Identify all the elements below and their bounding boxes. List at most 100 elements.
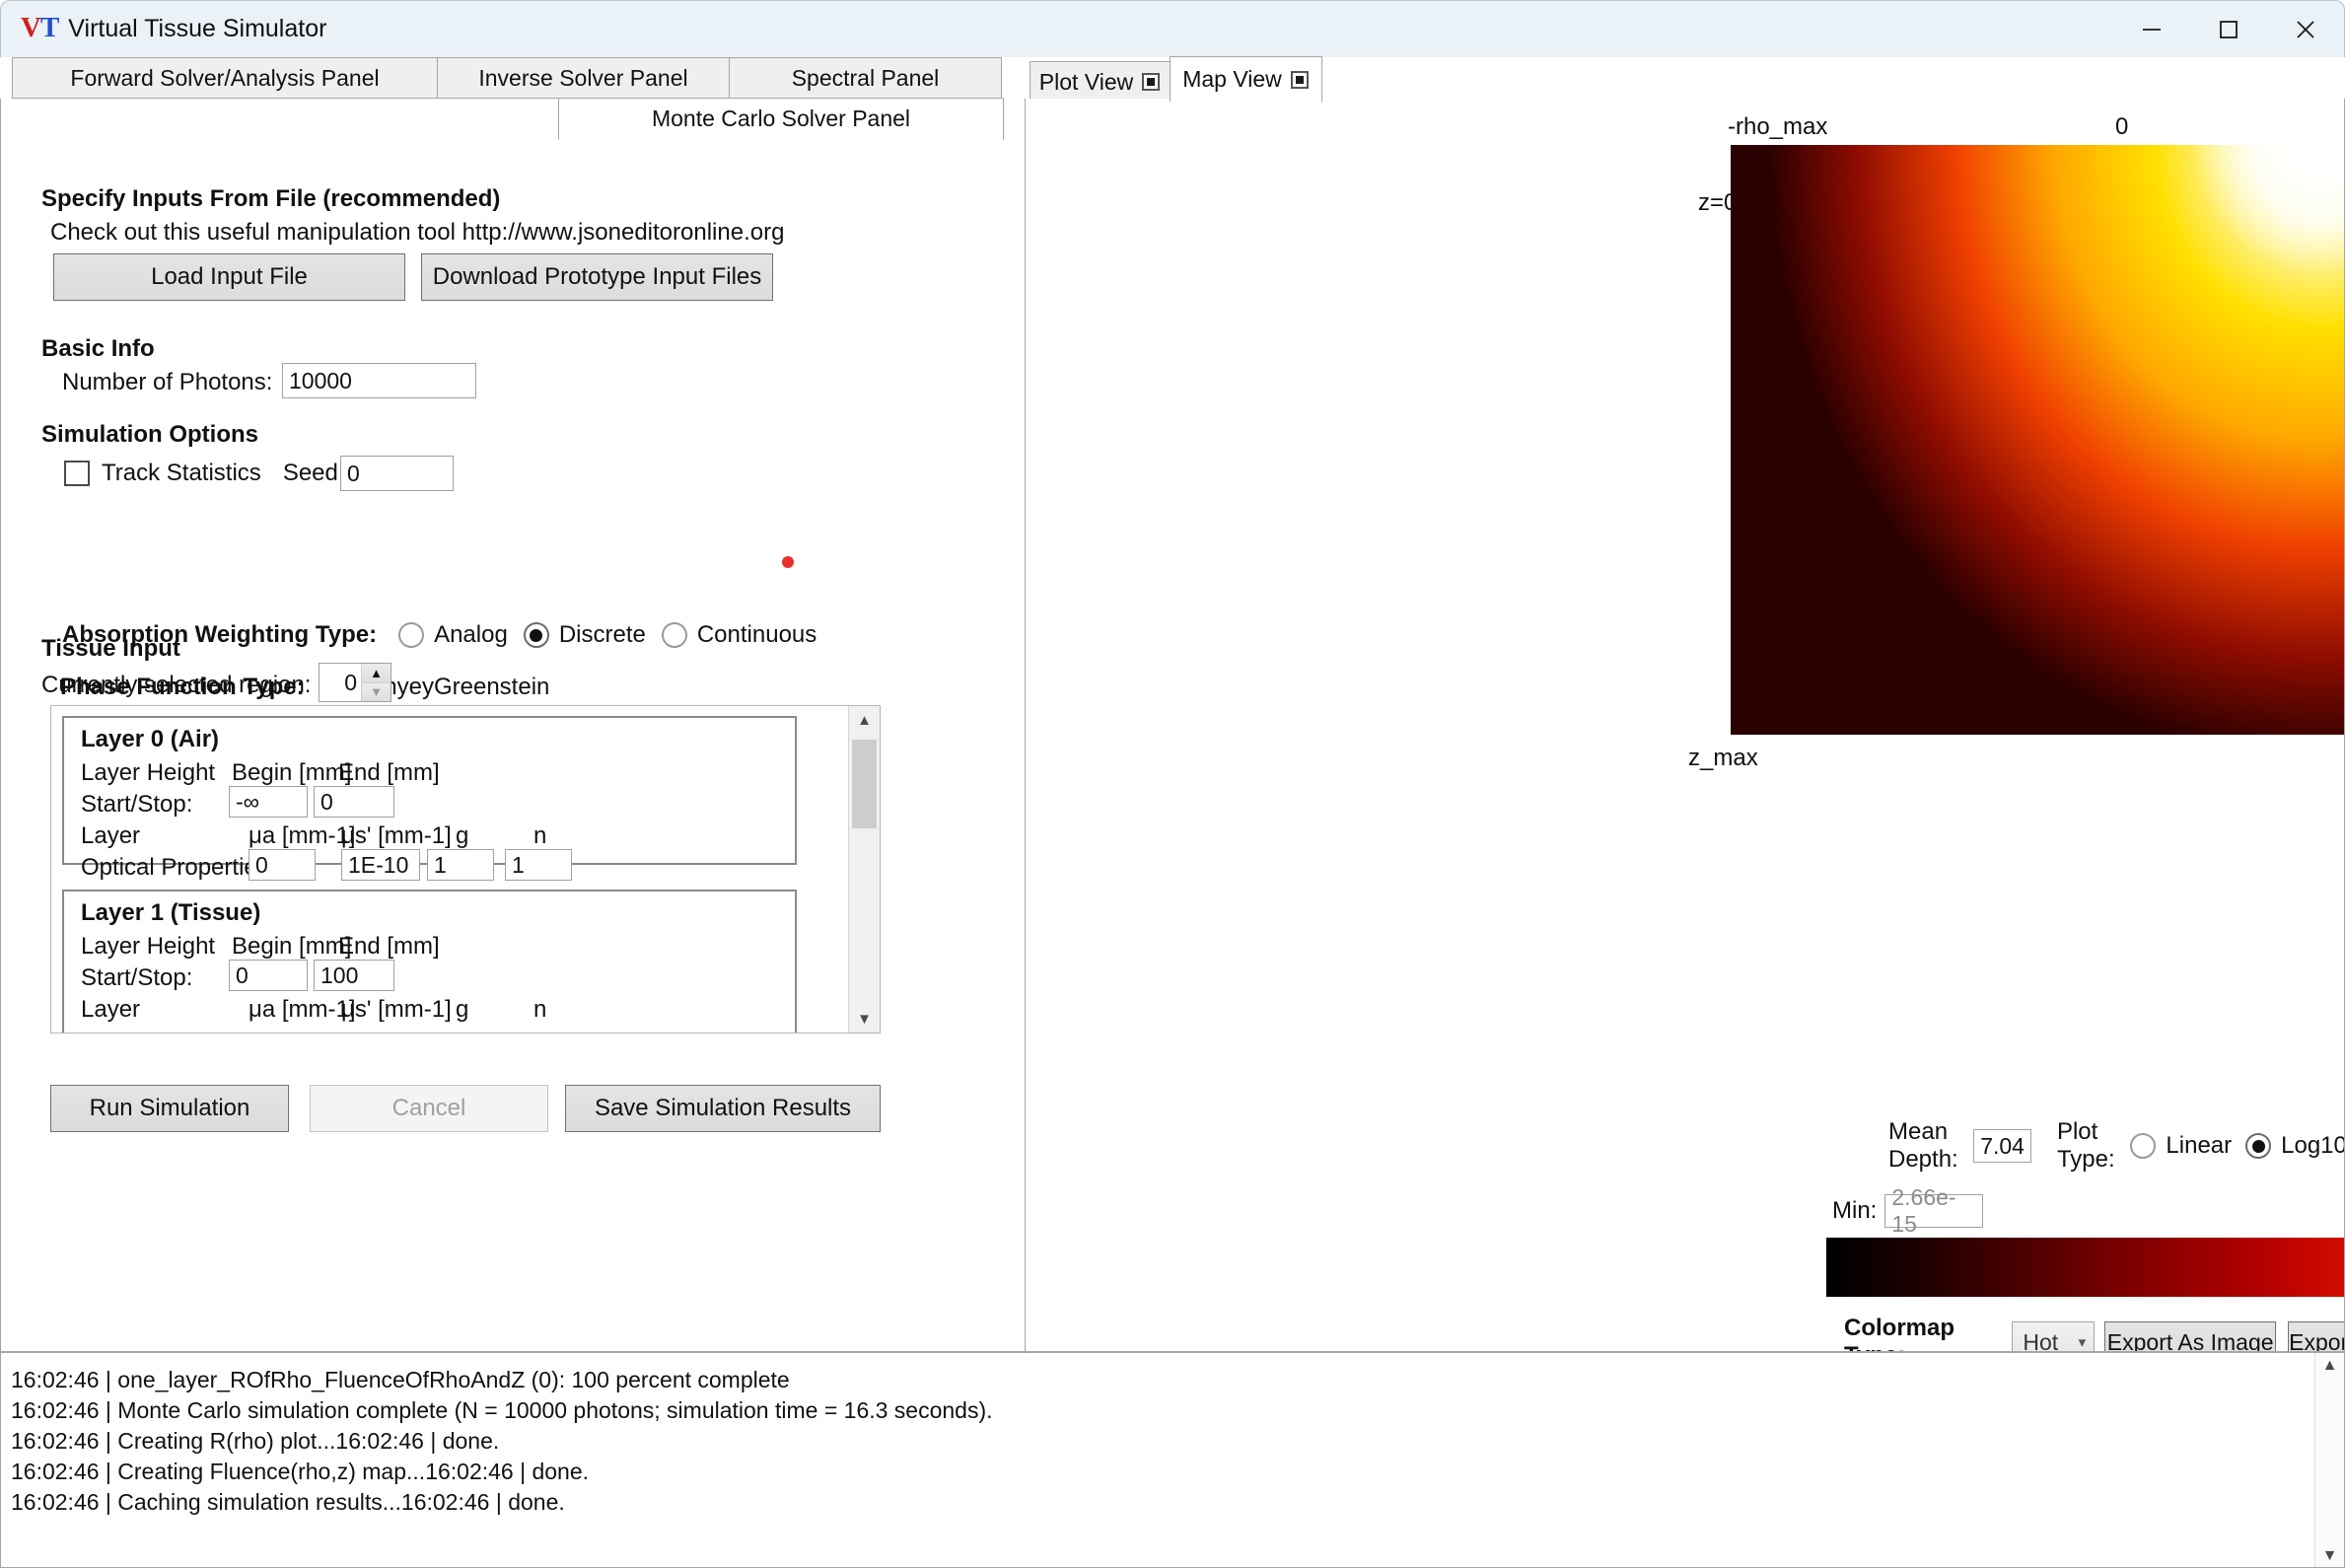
layer-1-box: Layer 1 (Tissue) Layer Height Start/Stop… <box>62 890 797 1033</box>
layer-0-end-input[interactable]: 0 <box>314 786 394 818</box>
button-label: Load Input File <box>151 263 308 290</box>
tab-forward-solver-analysis-panel[interactable]: Forward Solver/Analysis Panel <box>12 57 438 99</box>
specify-inputs-heading: Specify Inputs From File (recommended) <box>41 185 501 212</box>
tab-label: Plot View <box>1038 68 1134 95</box>
start-stop-label: Start/Stop: <box>81 791 193 818</box>
minimize-icon[interactable] <box>2113 1 2190 58</box>
cancel-button[interactable]: Cancel <box>310 1085 548 1132</box>
radio-absorption-continuous[interactable] <box>661 622 687 648</box>
radio-plot-type-linear[interactable] <box>2130 1133 2157 1159</box>
button-label: Download Prototype Input Files <box>432 263 762 290</box>
tissue-input-heading: Tissue Input <box>41 635 180 662</box>
log-output-panel[interactable]: 16:02:46 | one_layer_ROfRho_FluenceOfRho… <box>0 1352 2345 1568</box>
download-prototype-input-files-button[interactable]: Download Prototype Input Files <box>421 253 773 301</box>
seed-input[interactable]: 0 <box>340 456 454 491</box>
load-input-file-button[interactable]: Load Input File <box>53 253 405 301</box>
tab-plot-view[interactable]: Plot View <box>1030 61 1171 103</box>
spinner-up-icon[interactable]: ▲ <box>362 664 391 683</box>
tab-inverse-solver-panel[interactable]: Inverse Solver Panel <box>437 57 730 99</box>
layer-0-mua-input[interactable]: 0 <box>249 849 316 881</box>
monte-carlo-solver-panel: Specify Inputs From File (recommended) C… <box>0 99 1026 1352</box>
radio-label-continuous: Continuous <box>696 621 817 648</box>
button-label: Export As Image <box>2106 1328 2274 1352</box>
specify-inputs-subtext: Check out this useful manipulation tool … <box>50 219 785 246</box>
tab-spectral-panel[interactable]: Spectral Panel <box>729 57 1002 99</box>
basic-info-heading: Basic Info <box>41 335 155 362</box>
radio-plot-type-log10[interactable] <box>2245 1133 2272 1159</box>
region-spinner-arrows[interactable]: ▲ ▼ <box>361 664 391 701</box>
number-of-photons-input[interactable]: 10000 <box>282 363 476 398</box>
run-simulation-button[interactable]: Run Simulation <box>50 1085 289 1132</box>
scroll-up-icon[interactable]: ▲ <box>849 706 880 734</box>
layer-label: Layer <box>81 822 141 849</box>
tab-label: Inverse Solver Panel <box>478 64 688 91</box>
layer-1-title: Layer 1 (Tissue) <box>81 899 261 926</box>
export-as-image-button[interactable]: Export As Image <box>2104 1321 2277 1352</box>
layer-0-musp-input[interactable]: 1E-10 <box>341 849 420 881</box>
window-title: Virtual Tissue Simulator <box>68 15 327 42</box>
n-header: n <box>533 822 547 849</box>
title-bar: VT Virtual Tissue Simulator <box>0 0 2345 57</box>
main-tabs-row-1: Forward Solver/Analysis Panel Inverse So… <box>12 57 1002 99</box>
cursor-dot <box>782 556 794 568</box>
scroll-down-icon[interactable]: ▼ <box>849 1005 880 1033</box>
layer-1-begin-input[interactable]: 0 <box>229 960 308 991</box>
layers-vertical-scrollbar[interactable]: ▲ ▼ <box>848 706 880 1033</box>
layer-height-label: Layer Height <box>81 759 216 786</box>
layer-0-g-input[interactable]: 1 <box>427 849 494 881</box>
track-statistics-checkbox[interactable] <box>64 461 90 486</box>
log-vertical-scrollbar[interactable]: ▲ ▼ <box>2314 1353 2344 1567</box>
simulation-options-heading: Simulation Options <box>41 421 258 448</box>
spinner-down-icon[interactable]: ▼ <box>362 682 391 701</box>
plot-type-label: Plot Type: <box>2056 1118 2115 1173</box>
layer-0-n-input[interactable]: 1 <box>505 849 572 881</box>
layer-0-begin-input[interactable]: -∞ <box>229 786 308 818</box>
mean-depth-label: Mean Depth: <box>1888 1118 1958 1173</box>
radio-label-linear: Linear <box>2166 1132 2233 1159</box>
scrollbar-thumb[interactable] <box>852 740 877 828</box>
scroll-down-icon[interactable]: ▼ <box>2322 1543 2338 1567</box>
radio-absorption-analog[interactable] <box>398 622 425 648</box>
tab-monte-carlo-solver-panel[interactable]: Monte Carlo Solver Panel <box>558 98 1004 140</box>
axis-label-z-max: z_max <box>1688 745 1758 771</box>
track-statistics-label: Track Statistics <box>102 460 261 486</box>
app-logo-icon: VT <box>21 12 59 43</box>
axis-label-rho-max-negative: -rho_max <box>1728 113 1828 140</box>
region-spinner[interactable]: 0 ▲ ▼ <box>319 663 391 702</box>
end-mm-header: End [mm] <box>338 759 440 786</box>
g-header: g <box>456 996 469 1023</box>
log-line: 16:02:46 | one_layer_ROfRho_FluenceOfRho… <box>11 1367 790 1392</box>
begin-mm-header: Begin [mm] <box>232 933 352 960</box>
view-tabs-row: Plot View Map View <box>1030 56 1322 103</box>
mua-header: μa [mm-1] <box>249 996 356 1023</box>
currently-selected-region-label: Currently selected region: <box>41 672 312 698</box>
begin-mm-header: Begin [mm] <box>232 759 352 786</box>
save-simulation-results-button[interactable]: Save Simulation Results <box>565 1085 881 1132</box>
end-mm-header: End [mm] <box>338 933 440 960</box>
fluence-map-image[interactable] <box>1731 145 2344 735</box>
radio-absorption-discrete[interactable] <box>523 622 549 648</box>
scroll-up-icon[interactable]: ▲ <box>2322 1353 2338 1379</box>
export-raw-data-button[interactable]: Export Raw Data <box>2288 1321 2344 1352</box>
log-line: 16:02:46 | Creating R(rho) plot...16:02:… <box>11 1428 500 1454</box>
layer-1-end-input[interactable]: 100 <box>314 960 394 991</box>
tab-label: Monte Carlo Solver Panel <box>651 106 911 131</box>
radio-label-log10: Log10 <box>2281 1132 2345 1159</box>
chevron-down-icon: ▾ <box>2078 1334 2087 1351</box>
g-header: g <box>456 822 469 849</box>
tab-map-view[interactable]: Map View <box>1170 56 1322 103</box>
map-view-panel: -rho_max 0 +rho_max z=0 z_max Mean Depth… <box>1026 99 2345 1352</box>
mean-depth-input[interactable]: 7.04 <box>1973 1129 2031 1163</box>
button-label: Cancel <box>391 1095 466 1121</box>
mua-header: μa [mm-1] <box>249 822 356 849</box>
application-window: VT Virtual Tissue Simulator Forward Solv… <box>0 0 2345 1568</box>
colormap-type-select[interactable]: Hot ▾ <box>2012 1321 2096 1351</box>
maximize-icon[interactable] <box>2190 1 2267 58</box>
region-spinner-value: 0 <box>344 669 357 695</box>
button-label: Save Simulation Results <box>594 1095 852 1121</box>
tab-label: Spectral Panel <box>791 64 940 91</box>
button-label: Export Raw Data <box>2289 1328 2344 1352</box>
min-input[interactable]: 2.66e-15 <box>1884 1184 1984 1237</box>
button-label: Run Simulation <box>89 1095 250 1121</box>
close-icon[interactable] <box>2267 1 2344 58</box>
